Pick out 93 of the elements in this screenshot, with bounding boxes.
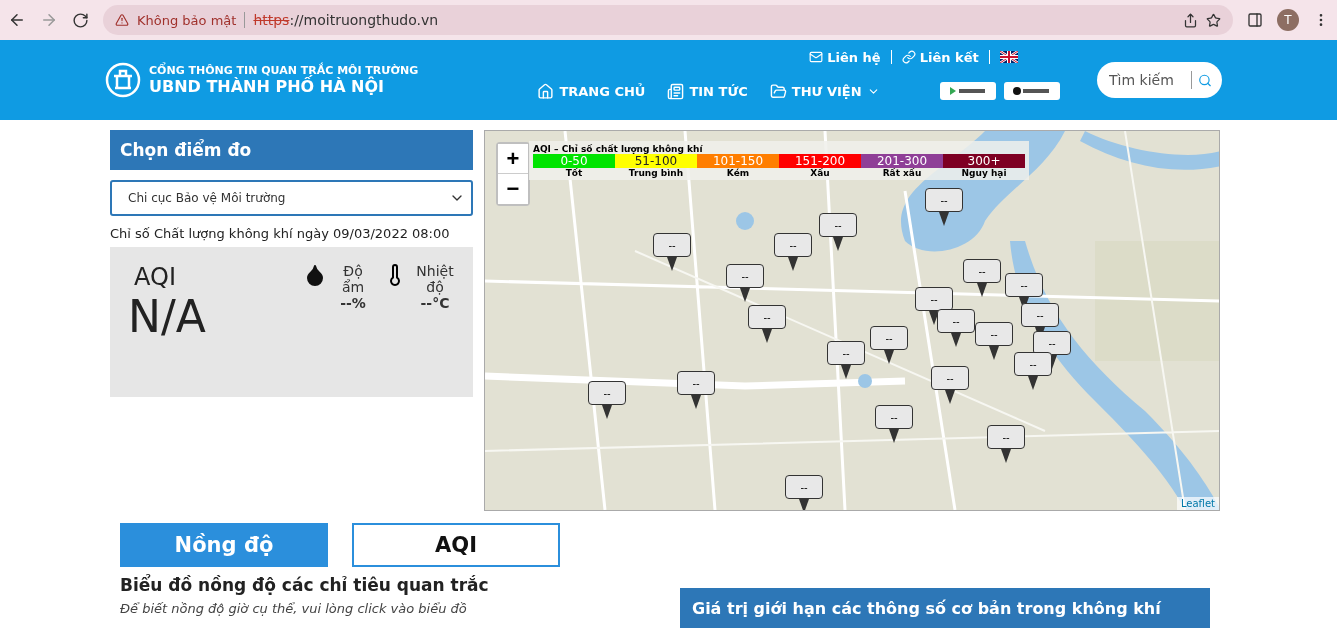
humidity-value: --% xyxy=(340,295,366,311)
portal-title: UBND THÀNH PHỐ HÀ NỘI xyxy=(149,77,386,96)
legend-range: 201-300 xyxy=(861,154,943,168)
station-marker[interactable]: -- xyxy=(925,188,963,212)
station-marker[interactable]: -- xyxy=(975,322,1013,346)
station-marker[interactable]: -- xyxy=(748,305,786,329)
aqi-label: AQI xyxy=(133,263,177,291)
marker-pointer-icon xyxy=(833,237,843,251)
legend-label: Kém xyxy=(725,168,751,178)
marker-pointer-icon xyxy=(799,499,809,510)
legend-range: 101-150 xyxy=(697,154,779,168)
news-icon xyxy=(667,82,685,100)
marker-pointer-icon xyxy=(951,333,961,347)
panel-title: Chọn điểm đo xyxy=(110,130,473,170)
profile-avatar[interactable]: T xyxy=(1277,9,1299,31)
legend-label: Trung bình xyxy=(627,168,685,178)
station-marker[interactable]: -- xyxy=(915,287,953,311)
station-marker[interactable]: -- xyxy=(653,233,691,257)
marker-pointer-icon xyxy=(841,365,851,379)
hint-text: Để biết nồng độ giờ cụ thể, vui lòng click vào biểu đồ xyxy=(120,601,468,616)
station-marker[interactable]: -- xyxy=(1021,303,1059,327)
legend-title: AQI – Chỉ số chất lượng không khí xyxy=(533,144,704,154)
marker-pointer-icon xyxy=(945,390,955,404)
station-select[interactable]: Chi cục Bảo vệ Môi trường xyxy=(110,180,473,216)
search-input[interactable]: Tìm kiếm xyxy=(1107,71,1192,89)
temperature-value: --°C xyxy=(420,295,450,311)
legend-range: 51-100 xyxy=(615,154,697,168)
station-marker[interactable]: -- xyxy=(987,425,1025,449)
mail-icon xyxy=(809,50,824,64)
legend-label: Rất xấu xyxy=(881,168,923,178)
logo-icon xyxy=(105,62,141,98)
warning-icon xyxy=(115,13,129,27)
humidity-label: Độ ẩm xyxy=(340,263,366,295)
marker-pointer-icon xyxy=(762,329,772,343)
security-label: Không bảo mật xyxy=(137,12,237,28)
station-marker[interactable]: -- xyxy=(677,371,715,395)
marker-pointer-icon xyxy=(788,257,798,271)
marker-pointer-icon xyxy=(989,346,999,360)
reload-icon[interactable] xyxy=(72,11,89,29)
marker-pointer-icon xyxy=(939,212,949,226)
station-marker[interactable]: -- xyxy=(819,213,857,237)
station-marker[interactable]: -- xyxy=(588,381,626,405)
google-play-badge[interactable] xyxy=(939,82,996,100)
temperature-label: Nhiệt độ xyxy=(415,263,455,295)
marker-pointer-icon xyxy=(1001,449,1011,463)
station-marker[interactable]: -- xyxy=(726,264,764,288)
back-icon[interactable] xyxy=(8,11,26,29)
marker-pointer-icon xyxy=(691,395,701,409)
timestamp-text: Chỉ số Chất lượng không khí ngày 09/03/2022 08:00 xyxy=(110,226,451,241)
attribution-link[interactable]: Leaflet xyxy=(1176,497,1219,510)
view-tab[interactable]: AQI xyxy=(352,523,560,567)
station-marker[interactable]: -- xyxy=(875,405,913,429)
home-icon xyxy=(537,82,555,100)
aqi-value: N/A xyxy=(128,291,207,342)
station-marker[interactable]: -- xyxy=(937,309,975,333)
station-marker[interactable]: -- xyxy=(1014,352,1052,376)
marker-pointer-icon xyxy=(977,283,987,297)
url-text: https://moitruongthudo.vn xyxy=(253,12,439,28)
marker-pointer-icon xyxy=(1028,376,1038,390)
marker-pointer-icon xyxy=(667,257,677,271)
star-icon[interactable] xyxy=(1206,12,1221,28)
section-title: Giá trị giới hạn các thông số cơ bản trong không khí xyxy=(680,588,1210,628)
legend-range: 0-50 xyxy=(533,154,615,168)
section-title: Biểu đồ nồng độ các chỉ tiêu quan trắc xyxy=(120,575,490,595)
legend-label: Tốt xyxy=(564,168,584,178)
legend-label: Nguy hại xyxy=(960,168,1008,178)
station-marker[interactable]: -- xyxy=(931,366,969,390)
folder-icon xyxy=(769,82,787,100)
marker-pointer-icon xyxy=(884,350,894,364)
legend-label: Xấu xyxy=(809,168,831,178)
search-icon[interactable] xyxy=(1198,72,1212,88)
station-marker[interactable]: -- xyxy=(963,259,1001,283)
marker-pointer-icon xyxy=(602,405,612,419)
legend-range: 151-200 xyxy=(779,154,861,168)
share-icon[interactable] xyxy=(1183,12,1198,28)
marker-pointer-icon xyxy=(889,429,899,443)
side-panel-icon[interactable] xyxy=(1247,12,1263,28)
station-marker[interactable]: -- xyxy=(827,341,865,365)
station-marker[interactable]: -- xyxy=(774,233,812,257)
app-store-badge[interactable] xyxy=(1003,82,1060,100)
station-marker[interactable]: -- xyxy=(1033,331,1071,355)
search-field[interactable]: Tìm kiếm xyxy=(1097,62,1222,98)
station-marker[interactable]: -- xyxy=(870,326,908,350)
legend-range: 300+ xyxy=(943,154,1025,168)
link-icon xyxy=(901,50,916,64)
zoom-in-button[interactable]: + xyxy=(498,144,528,174)
station-marker[interactable]: -- xyxy=(1005,273,1043,297)
map[interactable]: -- -- -- -- -- -- -- -- -- -- -- -- -- -- -- -- -- -- -- -- -- -- + − AQI – Chỉ số chất lượng không khí 0-50 51-100 101-150 151-200 201-300 300+ Tốt Trung bình Kém Xấu Rất xấu Nguy hại Leaflet xyxy=(484,130,1220,511)
address-bar[interactable]: Không bảo mật https://moitruongthudo.vn xyxy=(103,5,1233,35)
marker-pointer-icon xyxy=(929,311,939,325)
uk-flag-icon[interactable] xyxy=(999,51,1018,63)
marker-pointer-icon xyxy=(740,288,750,302)
station-marker[interactable]: -- xyxy=(785,475,823,499)
